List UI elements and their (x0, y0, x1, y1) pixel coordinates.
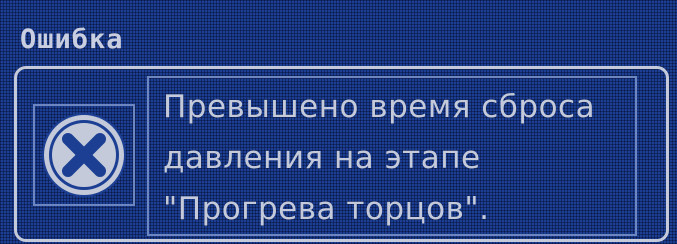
error-message-line-3: "Прогрева торцов". (163, 191, 490, 227)
error-dialog-screen: Ошибка Превышено время сброса давления н… (0, 0, 677, 244)
error-message-line-1: Превышено время сброса (163, 89, 596, 125)
error-message-line-2: давления на этапе (163, 140, 481, 176)
error-message-panel: Превышено время сброса давления на этапе… (147, 76, 637, 236)
error-x-circle-icon (42, 113, 126, 197)
error-icon-panel (33, 104, 135, 206)
dialog-title: Ошибка (20, 24, 124, 55)
